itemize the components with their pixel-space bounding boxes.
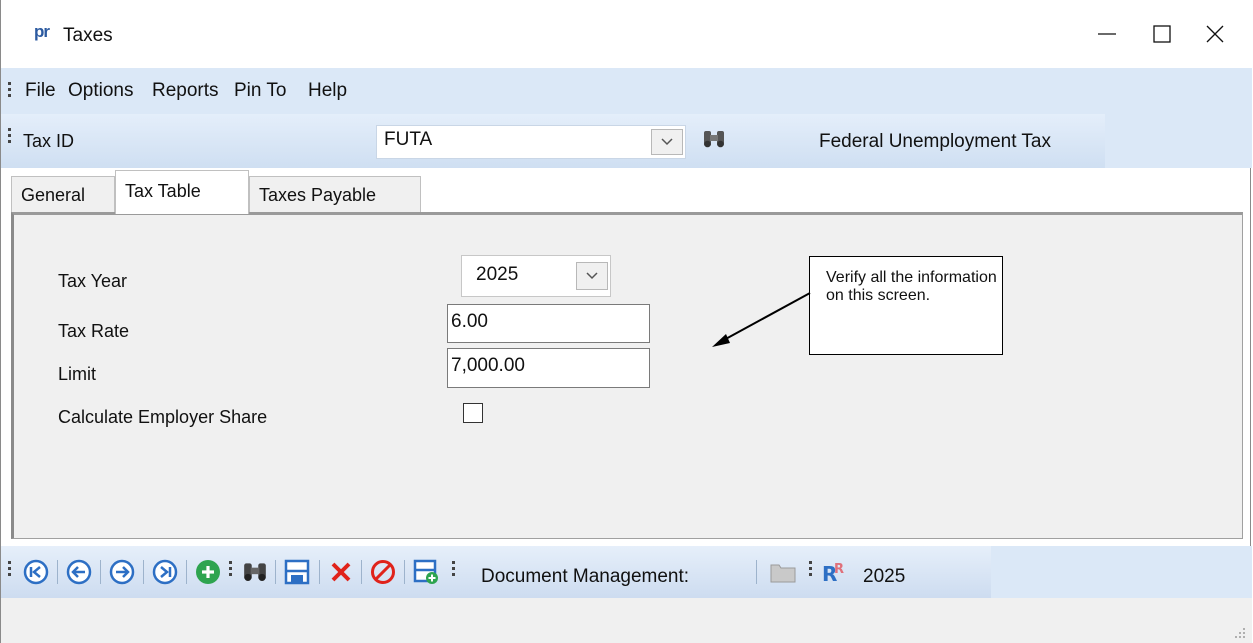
taxes-window: pr Taxes File Options Reports Pin To Hel…: [0, 0, 1252, 643]
close-icon: [1206, 25, 1224, 43]
limit-label: Limit: [58, 364, 97, 384]
menu-pin-to[interactable]: Pin To: [234, 80, 286, 102]
previous-record-button[interactable]: [65, 558, 93, 586]
next-record-icon: [109, 559, 135, 585]
tab-taxes-payable[interactable]: Taxes Payable: [249, 176, 421, 212]
tab-general-label: General: [21, 185, 86, 205]
arrow-icon: [712, 292, 811, 347]
title-bar: pr Taxes: [1, 0, 1252, 68]
tax-year-value: 2025: [476, 264, 519, 285]
menu-grip-icon[interactable]: [8, 82, 11, 100]
app-logo: pr: [34, 22, 50, 41]
document-management-label: Document Management:: [481, 566, 690, 587]
first-record-icon: [23, 559, 49, 585]
tab-taxes-payable-label: Taxes Payable: [259, 185, 377, 205]
tax-description: Federal Unemployment Tax: [819, 131, 1051, 152]
minimize-button[interactable]: [1081, 14, 1133, 54]
employer-share-checkbox[interactable]: [463, 403, 483, 423]
delete-button[interactable]: [327, 558, 355, 586]
report-icon: RR: [822, 562, 844, 585]
toolbar-separator: [143, 560, 144, 584]
next-record-button[interactable]: [108, 558, 136, 586]
tax-year-label: Tax Year: [58, 271, 128, 291]
tax-rate-label: Tax Rate: [58, 321, 130, 341]
toolbar-separator: [319, 560, 320, 584]
menu-reports[interactable]: Reports: [152, 80, 219, 102]
maximize-icon: [1153, 25, 1171, 43]
window-title: Taxes: [63, 25, 113, 46]
toolbar-grip-icon[interactable]: [809, 561, 812, 579]
tax-id-combobox[interactable]: FUTA: [376, 125, 686, 159]
maximize-button[interactable]: [1136, 14, 1188, 54]
navigation-toolbar-spacer: [991, 546, 1252, 598]
minimize-icon: [1098, 33, 1116, 35]
chevron-down-icon: [586, 272, 598, 280]
first-record-button[interactable]: [22, 558, 50, 586]
toolbar-grip-icon[interactable]: [229, 561, 232, 579]
folder-icon: [770, 564, 796, 583]
toolbar-separator: [186, 560, 187, 584]
menu-file[interactable]: File: [25, 80, 56, 102]
menu-help[interactable]: Help: [308, 80, 347, 102]
tax-id-search-button[interactable]: [695, 120, 733, 158]
tax-rate-field[interactable]: 6.00: [447, 304, 650, 343]
taxid-grip-icon[interactable]: [8, 128, 11, 146]
tab-general[interactable]: General: [11, 176, 115, 212]
close-button[interactable]: [1189, 14, 1241, 54]
document-folder-button[interactable]: [769, 558, 797, 586]
add-record-button[interactable]: [194, 558, 222, 586]
find-icon: [244, 563, 266, 581]
employer-share-label: Calculate Employer Share: [58, 407, 268, 427]
last-record-button[interactable]: [151, 558, 179, 586]
tab-tax-table[interactable]: Tax Table: [115, 170, 249, 214]
find-button[interactable]: [241, 558, 269, 586]
add-icon: [196, 560, 220, 584]
cancel-icon: [371, 560, 395, 584]
delete-icon: [331, 562, 351, 582]
svg-text:R: R: [834, 562, 844, 577]
report-button[interactable]: RR: [821, 558, 849, 586]
save-new-button[interactable]: [412, 558, 440, 586]
menu-options[interactable]: Options: [68, 80, 133, 102]
toolbar-separator: [404, 560, 405, 584]
toolbar-grip-icon[interactable]: [8, 561, 11, 579]
binoculars-icon: [704, 131, 724, 148]
toolbar-separator: [100, 560, 101, 584]
tax-id-label: Tax ID: [23, 131, 75, 151]
resize-grip-icon[interactable]: [1233, 626, 1247, 640]
tax-id-dropdown-button[interactable]: [651, 129, 683, 155]
save-icon: [284, 559, 310, 585]
last-record-icon: [152, 559, 178, 585]
toolbar-year: 2025: [863, 566, 906, 587]
toolbar-separator: [57, 560, 58, 584]
limit-field[interactable]: 7,000.00: [447, 348, 650, 388]
save-button[interactable]: [283, 558, 311, 586]
previous-record-icon: [66, 559, 92, 585]
toolbar-separator: [361, 560, 362, 584]
tax-id-value: FUTA: [384, 129, 433, 150]
toolbar-grip-icon[interactable]: [452, 561, 455, 579]
cancel-button[interactable]: [369, 558, 397, 586]
tax-year-dropdown-button[interactable]: [576, 262, 608, 290]
status-bar: [1, 598, 1252, 643]
toolbar-separator: [756, 560, 757, 584]
tax-year-combobox[interactable]: 2025: [461, 255, 611, 297]
toolbar-separator: [275, 560, 276, 584]
tab-tax-table-label: Tax Table: [125, 181, 201, 201]
callout-box: Verify all the information on this scree…: [809, 256, 1003, 355]
chevron-down-icon: [661, 138, 673, 146]
tax-id-bar-spacer: [1105, 114, 1252, 168]
save-new-icon: [413, 559, 438, 584]
